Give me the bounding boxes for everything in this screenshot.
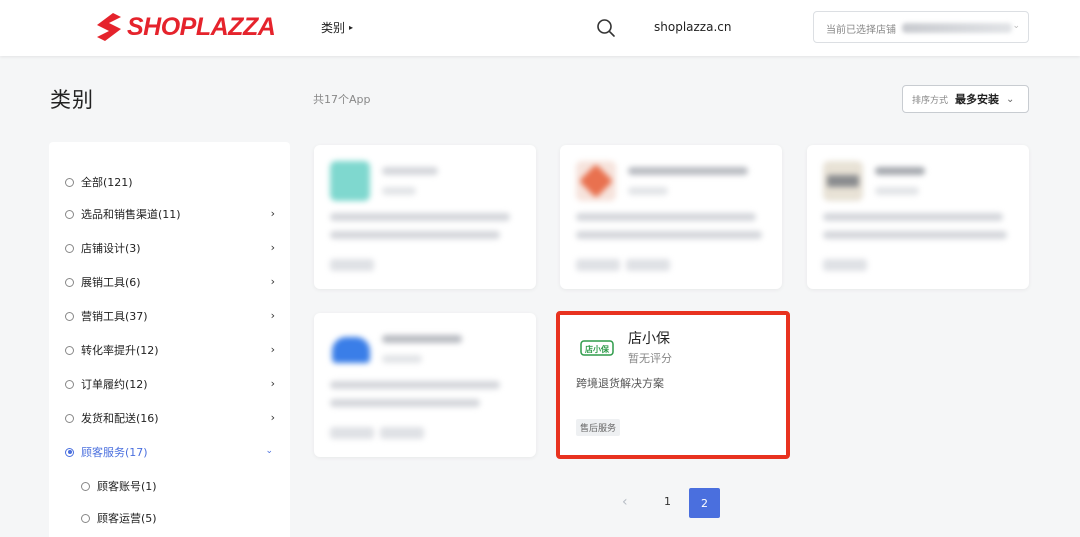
caret-down-icon: ▸ [349, 23, 354, 32]
pagination-prev-icon[interactable]: ‹ [622, 494, 628, 510]
app-logo-text: 店小保 [585, 344, 610, 354]
sidebar-item-label: 顾客运营(5) [97, 512, 157, 525]
store-name-blurred [902, 23, 1012, 33]
sidebar-item-shipping[interactable]: 发货和配送(16) › [65, 408, 275, 428]
radio-icon [65, 209, 74, 219]
chevron-right-icon: › [270, 377, 275, 390]
sidebar-item-conversion[interactable]: 转化率提升(12) › [65, 340, 275, 360]
blurred-content [560, 145, 782, 289]
chevron-right-icon: › [270, 241, 275, 254]
nav-category-label: 类别 [321, 21, 346, 35]
category-sidebar: 全部(121) 选品和销售渠道(11) › 店铺设计(3) › 展销工具(6) … [49, 142, 290, 537]
radio-icon [81, 481, 90, 491]
chevron-down-icon: ⌄ [1012, 21, 1020, 31]
radio-icon [65, 243, 74, 253]
radio-selected-icon [65, 447, 74, 457]
sidebar-item-label: 营销工具(37) [81, 310, 148, 323]
search-icon[interactable] [596, 18, 616, 38]
sidebar-item-label: 转化率提升(12) [81, 344, 159, 357]
brand-name: SHOPLAZZA [127, 12, 276, 41]
chevron-down-icon: ⌄ [265, 446, 273, 456]
app-card-blurred[interactable] [314, 145, 536, 289]
sidebar-item-display-tools[interactable]: 展销工具(6) › [65, 272, 275, 292]
pagination-page-2[interactable]: 2 [689, 488, 720, 518]
sidebar-item-label: 全部(121) [81, 176, 133, 189]
page-title: 类别 [50, 88, 94, 112]
sidebar-item-sourcing[interactable]: 选品和销售渠道(11) › [65, 204, 275, 224]
sidebar-item-customer-service[interactable]: 顾客服务(17) ⌄ [65, 442, 275, 462]
radio-icon [65, 345, 74, 355]
sort-value: 最多安装 [955, 93, 1000, 106]
app-count: 共17个App [313, 93, 371, 106]
app-card-blurred[interactable] [314, 313, 536, 457]
sidebar-item-label: 店铺设计(3) [81, 242, 141, 255]
app-card-featured[interactable]: 店小保 店小保 暂无评分 跨境退货解决方案 售后服务 [556, 311, 790, 459]
sidebar-item-label: 发货和配送(16) [81, 412, 159, 425]
chevron-right-icon: › [270, 207, 275, 220]
blurred-content [807, 145, 1029, 289]
app-rating: 暂无评分 [628, 352, 672, 365]
shoplazza-logo-icon [97, 13, 121, 41]
sidebar-item-label: 展销工具(6) [81, 276, 141, 289]
blurred-content [314, 313, 536, 457]
app-card-blurred[interactable] [560, 145, 782, 289]
radio-icon [81, 513, 90, 523]
pagination-page-1[interactable]: 1 [664, 495, 671, 508]
blurred-content [314, 145, 536, 289]
sidebar-item-label: 顾客账号(1) [97, 480, 157, 493]
sidebar-item-label: 选品和销售渠道(11) [81, 208, 181, 221]
radio-icon [65, 277, 74, 287]
chevron-right-icon: › [270, 411, 275, 424]
domain-switcher[interactable]: shoplazza.cn [654, 20, 731, 34]
app-logo-icon: 店小保 [580, 340, 614, 356]
sidebar-item-store-design[interactable]: 店铺设计(3) › [65, 238, 275, 258]
sidebar-item-marketing[interactable]: 营销工具(37) › [65, 306, 275, 326]
top-header: SHOPLAZZA 类别 ▸ shoplazza.cn 当前已选择店铺 ⌄ [0, 0, 1080, 56]
radio-icon [65, 413, 74, 423]
radio-icon [65, 177, 74, 187]
nav-category-menu[interactable]: 类别 ▸ [321, 19, 353, 36]
sidebar-subitem-customer-account[interactable]: 顾客账号(1) [81, 476, 271, 496]
app-tag: 售后服务 [576, 419, 621, 436]
chevron-right-icon: › [270, 309, 275, 322]
app-card-blurred[interactable] [807, 145, 1029, 289]
sidebar-item-all[interactable]: 全部(121) [65, 172, 275, 192]
sidebar-subitem-customer-ops[interactable]: 顾客运营(5) [81, 508, 271, 528]
chevron-down-icon: ⌄ [1006, 93, 1015, 105]
sidebar-item-fulfillment[interactable]: 订单履约(12) › [65, 374, 275, 394]
app-name: 店小保 [628, 331, 670, 347]
sort-dropdown[interactable]: 排序方式 最多安装 ⌄ [902, 85, 1029, 113]
chevron-right-icon: › [270, 275, 275, 288]
radio-icon [65, 379, 74, 389]
shoplazza-logo[interactable]: SHOPLAZZA [95, 11, 276, 43]
store-select-label: 当前已选择店铺 [826, 25, 896, 36]
store-select[interactable]: 当前已选择店铺 ⌄ [813, 11, 1029, 43]
sort-label: 排序方式 [912, 95, 949, 106]
app-description: 跨境退货解决方案 [576, 377, 664, 390]
sidebar-item-label: 顾客服务(17) [81, 446, 148, 459]
radio-icon [65, 311, 74, 321]
chevron-right-icon: › [270, 343, 275, 356]
sidebar-item-label: 订单履约(12) [81, 378, 148, 391]
